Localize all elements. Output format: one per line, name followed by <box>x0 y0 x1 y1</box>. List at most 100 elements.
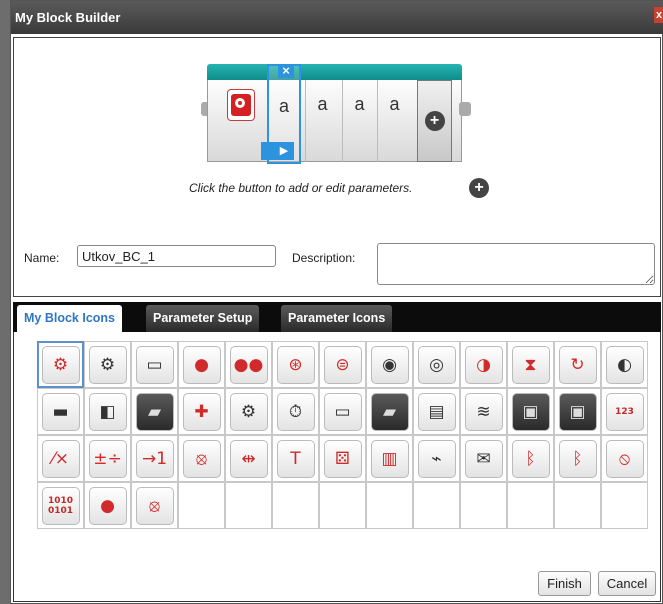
icon-cell[interactable]: ±÷ <box>84 435 131 482</box>
ultrasonic-sensor-icon: ▭ <box>323 392 362 431</box>
icon-cell[interactable]: →1 <box>131 435 178 482</box>
parameter-label: a <box>389 94 400 114</box>
icon-cell[interactable]: ✚ <box>178 388 225 435</box>
display-screen-icon: ◉ <box>370 345 409 384</box>
icon-cell[interactable]: ⦻ <box>131 482 178 529</box>
temperature-sensor-icon: ▤ <box>417 392 456 431</box>
round-icon: →1 <box>135 439 174 478</box>
icon-cell[interactable]: ▣ <box>507 388 554 435</box>
icon-cell[interactable]: ⚄ <box>319 435 366 482</box>
steering-wheel-motors-icon: ⊛ <box>276 345 315 384</box>
parameter-slot[interactable]: a <box>377 80 411 162</box>
file-access-icon: ▥ <box>370 439 409 478</box>
icon-cell[interactable]: ▣ <box>554 388 601 435</box>
empty-icon-cell <box>178 482 225 529</box>
close-icon[interactable]: x <box>654 7 663 23</box>
cancel-button[interactable]: Cancel <box>598 571 656 596</box>
array-operations-icon: 123 <box>605 392 644 431</box>
bluetooth-icon: ᛒ <box>511 439 550 478</box>
icon-cell[interactable]: ⦸ <box>601 435 648 482</box>
remove-parameter-icon[interactable]: × <box>278 64 294 78</box>
parameter-slot[interactable]: a <box>305 80 339 162</box>
icon-cell[interactable]: ▥ <box>366 435 413 482</box>
add-parameter-button[interactable]: + <box>417 80 452 162</box>
icon-cell[interactable]: ● <box>178 341 225 388</box>
background-strip <box>0 0 10 604</box>
name-label: Name: <box>24 251 60 265</box>
block-header <box>207 64 462 80</box>
gyro-sensor-icon: ◧ <box>88 392 127 431</box>
parameter-slot[interactable]: a <box>342 80 376 162</box>
icon-cell[interactable]: ◎ <box>413 341 460 388</box>
icon-cell[interactable]: ⚙ <box>84 341 131 388</box>
empty-icon-cell <box>601 482 648 529</box>
name-field[interactable] <box>77 245 276 267</box>
selected-parameter[interactable]: × a ▶ <box>261 64 301 164</box>
tab-parameter-setup[interactable]: Parameter Setup <box>146 305 260 332</box>
icon-cell[interactable]: ↻ <box>554 341 601 388</box>
timer-icon: ⏱ <box>276 392 315 431</box>
icon-cell[interactable]: ▰ <box>366 388 413 435</box>
icon-cell[interactable]: 1010 0101 <box>37 482 84 529</box>
speaker-icon: ◎ <box>417 345 456 384</box>
hint-add-button[interactable]: + <box>469 178 489 198</box>
icon-cell[interactable]: ⊜ <box>319 341 366 388</box>
empty-icon-cell <box>554 482 601 529</box>
empty-icon-cell <box>272 482 319 529</box>
empty-icon-cell <box>225 482 272 529</box>
block-icon[interactable] <box>227 89 255 121</box>
icon-cell[interactable]: ⚙ <box>225 388 272 435</box>
loop-icon: ↻ <box>558 345 597 384</box>
icon-cell[interactable]: ▭ <box>319 388 366 435</box>
icon-cell[interactable]: ⦻ <box>178 435 225 482</box>
parameter-label: a <box>278 96 289 116</box>
icon-grid: ⚙ ⚙ ▭ ● ●● ⊛ ⊜ ◉ ◎ ◑ ⧗ ↻ ◐ ▬ ◧ ▰ ✚ ⚙ ⏱ ▭ ▰ ▤ ≋ ▣ ▣ 123 ⁄× ±÷ →1 ⦻ ⇹ T ⚄ ▥… <box>37 341 649 530</box>
description-label: Description: <box>292 251 356 265</box>
icon-cell[interactable]: ● <box>84 482 131 529</box>
icon-cell[interactable]: ◐ <box>601 341 648 388</box>
icon-cell[interactable]: ✉ <box>460 435 507 482</box>
icon-cell[interactable]: ◧ <box>84 388 131 435</box>
icon-cell[interactable]: ●● <box>225 341 272 388</box>
icon-cell[interactable]: ⇹ <box>225 435 272 482</box>
icon-cell[interactable]: ⊛ <box>272 341 319 388</box>
tab-parameter-icons[interactable]: Parameter Icons <box>281 305 393 332</box>
finish-button[interactable]: Finish <box>538 571 591 596</box>
description-field[interactable] <box>377 243 655 285</box>
icon-panel: ⚙ ⚙ ▭ ● ●● ⊛ ⊜ ◉ ◎ ◑ ⧗ ↻ ◐ ▬ ◧ ▰ ✚ ⚙ ⏱ ▭ ▰ ▤ ≋ ▣ ▣ 123 ⁄× ±÷ →1 ⦻ ⇹ T ⚄ ▥… <box>13 332 661 602</box>
my-block-builder-dialog: My Block Builder x × a ▶ a a a + Click t… <box>10 0 663 604</box>
plus-icon: + <box>424 111 445 131</box>
unregulated-motor-icon: ● <box>88 486 127 525</box>
motor-rotation-icon: ⚙ <box>229 392 268 431</box>
brick-status-light-icon: ◑ <box>464 345 503 384</box>
icon-cell[interactable]: T <box>272 435 319 482</box>
window-title: My Block Builder <box>15 10 121 25</box>
icon-cell[interactable]: ᛒ <box>554 435 601 482</box>
plus-icon: + <box>469 178 489 198</box>
infrared-sensor-icon: ▰ <box>135 392 174 431</box>
tab-my-block-icons[interactable]: My Block Icons <box>17 305 122 332</box>
icon-cell[interactable]: ▬ <box>37 388 84 435</box>
bluetooth-settings-icon: ᛒ <box>558 439 597 478</box>
icon-cell[interactable]: ◑ <box>460 341 507 388</box>
icon-cell[interactable]: ≋ <box>460 388 507 435</box>
icon-cell[interactable]: ▭ <box>131 341 178 388</box>
icon-cell[interactable]: ᛒ <box>507 435 554 482</box>
tab-bar: My Block Icons Parameter Setup Parameter… <box>13 302 661 332</box>
icon-cell[interactable]: ⧗ <box>507 341 554 388</box>
icon-cell[interactable]: ⏱ <box>272 388 319 435</box>
parameter-label: a <box>354 94 365 114</box>
tank-motors-icon: ⊜ <box>323 345 362 384</box>
icon-cell[interactable]: ▰ <box>131 388 178 435</box>
icon-cell[interactable]: ⚙ <box>37 341 84 388</box>
icon-cell[interactable]: ◉ <box>366 341 413 388</box>
icon-cell[interactable]: ▤ <box>413 388 460 435</box>
icon-cell[interactable]: ⌁ <box>413 435 460 482</box>
parameter-label: a <box>317 94 328 114</box>
icon-cell[interactable]: 123 <box>601 388 648 435</box>
raw-sensor-value-icon: 1010 0101 <box>41 486 80 525</box>
parameter-play-icon[interactable]: ▶ <box>274 142 294 160</box>
touch-sensor-icon: ▬ <box>41 392 80 431</box>
gray-head-gears-icon: ⚙ <box>88 345 127 384</box>
icon-cell[interactable]: ⁄× <box>37 435 84 482</box>
